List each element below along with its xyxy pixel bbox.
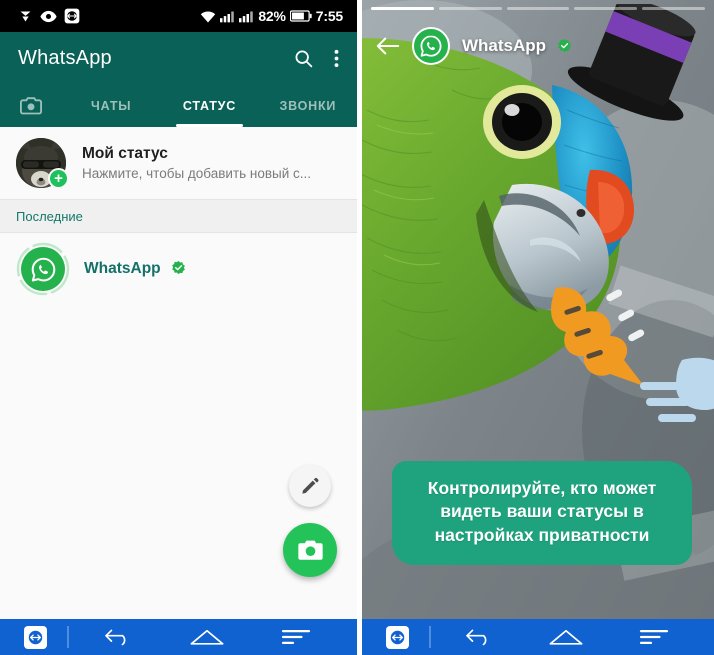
nav-home-icon[interactable] — [548, 627, 584, 647]
app-bar: WhatsApp — [0, 32, 357, 85]
signal-bars-icon — [220, 11, 235, 22]
story-title: WhatsApp — [462, 36, 572, 56]
camera-icon — [20, 97, 42, 115]
nav-recents-icon[interactable] — [281, 628, 311, 646]
status-contact-name: WhatsApp — [84, 260, 161, 277]
tab-status[interactable]: СТАТУС — [160, 85, 258, 127]
tab-camera[interactable] — [0, 85, 62, 127]
left-phone-panel: 82% 7:55 WhatsApp ЧАТЫ СТАТУС ЗВОНКИ + М… — [0, 0, 357, 655]
whatsapp-logo-icon — [21, 247, 65, 291]
tab-calls[interactable]: ЗВОНКИ — [259, 85, 357, 127]
music-notes-doodle — [606, 289, 645, 342]
nav-buttons — [69, 627, 357, 647]
compose-text-status-fab[interactable] — [289, 465, 331, 507]
teamviewer-icon — [64, 8, 80, 24]
battery-percent: 82% — [258, 8, 286, 24]
download-arrow-icon — [20, 11, 31, 21]
nav-back-icon[interactable] — [103, 627, 133, 647]
status-bar-right-icons: 82% 7:55 — [200, 8, 349, 24]
section-header-recent: Последние — [0, 199, 357, 233]
status-bar-clock: 7:55 — [315, 8, 343, 24]
whatsapp-logo-icon[interactable] — [412, 27, 450, 65]
story-progress-segment — [642, 7, 705, 10]
camera-icon — [297, 540, 323, 560]
more-vertical-icon[interactable] — [334, 48, 339, 69]
battery-icon — [289, 10, 312, 22]
android-status-bar: 82% 7:55 — [0, 0, 357, 32]
nav-home-icon[interactable] — [189, 627, 225, 647]
my-status-subtitle: Нажмите, чтобы добавить новый с... — [82, 166, 312, 181]
story-progress-segment — [438, 7, 502, 10]
story-progress-bars — [371, 7, 705, 10]
my-status-texts: Мой статус Нажмите, чтобы добавить новый… — [82, 145, 311, 181]
right-phone-panel: WhatsApp Контролируйте, кто может видеть… — [362, 0, 714, 655]
signal-bars-icon — [239, 11, 254, 22]
teamviewer-icon[interactable] — [24, 625, 47, 649]
status-caption-bubble: Контролируйте, кто может видеть ваши ста… — [392, 461, 692, 565]
verified-badge-icon — [557, 38, 571, 53]
status-list: + Мой статус Нажмите, чтобы добавить нов… — [0, 127, 357, 619]
avatar[interactable]: + — [16, 138, 69, 189]
whatsapp-glyph — [31, 257, 55, 281]
android-nav-bar — [362, 619, 714, 655]
status-story-viewer[interactable]: WhatsApp Контролируйте, кто может видеть… — [362, 0, 714, 655]
verified-badge-icon — [172, 260, 185, 275]
app-bar-actions — [293, 48, 339, 69]
whatsapp-glyph — [420, 35, 442, 57]
android-nav-bar — [0, 619, 357, 655]
list-item-label: WhatsApp — [84, 260, 186, 278]
teamviewer-glyph — [390, 630, 405, 644]
nav-back-icon[interactable] — [464, 627, 494, 647]
tab-chats-label: ЧАТЫ — [91, 99, 132, 113]
story-header: WhatsApp — [362, 22, 714, 70]
screenshot-root: 82% 7:55 WhatsApp ЧАТЫ СТАТУС ЗВОНКИ + М… — [0, 0, 714, 655]
my-status-title: Мой статус — [82, 145, 168, 162]
camera-status-fab[interactable] — [283, 523, 337, 577]
nav-recents-icon[interactable] — [639, 628, 669, 646]
teamviewer-glyph — [28, 630, 43, 644]
my-status-row[interactable]: + Мой статус Нажмите, чтобы добавить нов… — [0, 127, 357, 199]
eye-icon — [40, 10, 57, 22]
story-progress-segment — [371, 7, 434, 10]
add-status-badge[interactable]: + — [48, 168, 69, 189]
status-ring — [16, 242, 70, 296]
nav-buttons — [431, 627, 714, 647]
tab-calls-label: ЗВОНКИ — [279, 99, 337, 113]
teamviewer-icon[interactable] — [386, 625, 409, 649]
story-title-label: WhatsApp — [462, 36, 547, 55]
story-progress-segment — [506, 7, 570, 10]
status-bar-left-icons — [18, 8, 80, 24]
tab-bar: ЧАТЫ СТАТУС ЗВОНКИ — [0, 85, 357, 127]
list-item[interactable]: WhatsApp — [0, 233, 357, 305]
section-header-label: Последние — [16, 208, 83, 224]
tab-chats[interactable]: ЧАТЫ — [62, 85, 160, 127]
wind-puff-doodle — [640, 357, 714, 422]
tab-status-label: СТАТУС — [182, 99, 237, 113]
search-icon[interactable] — [293, 48, 314, 69]
app-title: WhatsApp — [18, 47, 112, 69]
arrow-left-icon[interactable] — [376, 36, 400, 56]
pencil-icon — [302, 477, 319, 494]
story-progress-segment — [574, 7, 638, 10]
wifi-icon — [201, 11, 216, 22]
